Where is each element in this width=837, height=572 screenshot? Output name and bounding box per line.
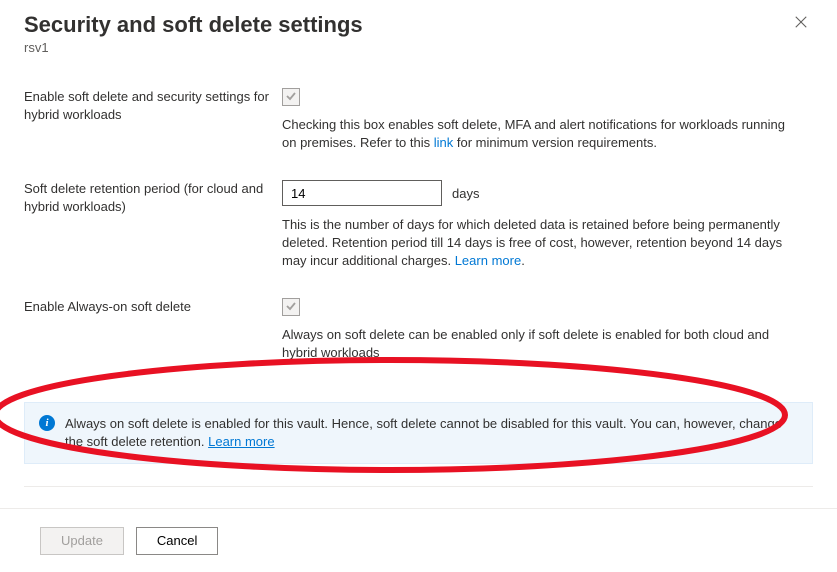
update-button[interactable]: Update (40, 527, 124, 555)
info-banner: i Always on soft delete is enabled for t… (24, 402, 813, 464)
always-on-label: Enable Always-on soft delete (24, 298, 274, 316)
section-divider (24, 486, 813, 487)
hybrid-help-post: for minimum version requirements. (453, 135, 657, 150)
retention-unit: days (452, 186, 479, 201)
hybrid-label: Enable soft delete and security settings… (24, 88, 274, 124)
retention-help-pre: This is the number of days for which del… (282, 217, 782, 268)
content-scroll[interactable]: Enable soft delete and security settings… (0, 60, 837, 508)
checkmark-icon (285, 90, 297, 105)
info-banner-learn-more-link[interactable]: Learn more (208, 434, 274, 449)
retention-input[interactable] (282, 180, 442, 206)
retention-help-post: . (521, 253, 525, 268)
hybrid-help-text: Checking this box enables soft delete, M… (282, 116, 802, 152)
info-banner-pre: Always on soft delete is enabled for thi… (65, 416, 782, 449)
info-banner-text: Always on soft delete is enabled for thi… (65, 415, 798, 451)
always-on-help-text: Always on soft delete can be enabled onl… (282, 326, 802, 362)
retention-learn-more-link[interactable]: Learn more (455, 253, 521, 268)
retention-help-text: This is the number of days for which del… (282, 216, 802, 270)
always-on-checkbox[interactable] (282, 298, 300, 316)
close-button[interactable] (789, 12, 813, 36)
close-icon (794, 15, 808, 34)
checkmark-icon (285, 300, 297, 315)
page-subtitle: rsv1 (24, 40, 363, 55)
hybrid-checkbox[interactable] (282, 88, 300, 106)
retention-label: Soft delete retention period (for cloud … (24, 180, 274, 216)
info-icon: i (39, 415, 55, 431)
cancel-button[interactable]: Cancel (136, 527, 218, 555)
page-title: Security and soft delete settings (24, 12, 363, 38)
hybrid-help-link[interactable]: link (434, 135, 454, 150)
